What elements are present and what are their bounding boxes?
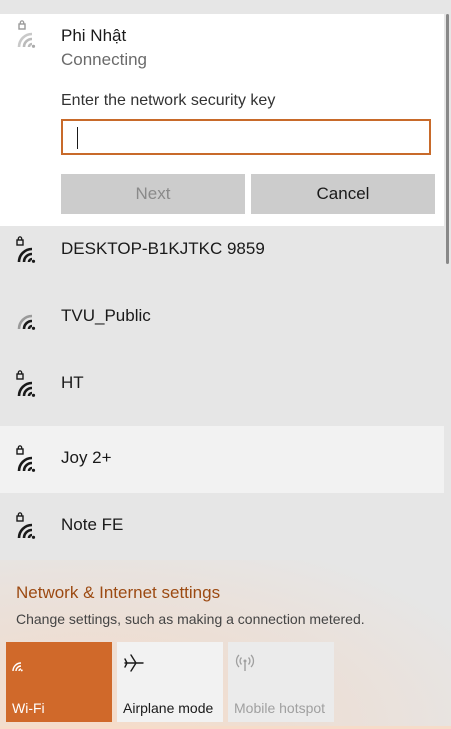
next-button[interactable]: Next: [61, 174, 245, 214]
settings-area: Network & Internet settings Change setti…: [0, 560, 451, 729]
network-name: Note FE: [61, 515, 124, 534]
network-name: Joy 2+: [61, 448, 112, 467]
network-item-joy2[interactable]: Joy 2+: [0, 426, 444, 493]
security-key-prompt: Enter the network security key: [61, 92, 276, 109]
wifi-lock-icon: [16, 444, 46, 474]
active-network-panel[interactable]: Phi Nhật Connecting Enter the network se…: [0, 14, 444, 226]
active-network-name: Phi Nhật: [61, 26, 127, 45]
network-item-tvu-public[interactable]: TVU_Public: [0, 284, 444, 351]
mobile-hotspot-tile[interactable]: Mobile hotspot: [228, 642, 334, 722]
network-settings-description: Change settings, such as making a connec…: [16, 611, 365, 627]
network-flyout: Phi Nhật Connecting Enter the network se…: [0, 0, 451, 729]
airplane-tile-label: Airplane mode: [123, 700, 214, 716]
text-caret: [77, 127, 78, 149]
active-network-status: Connecting: [61, 50, 148, 69]
hotspot-icon: [234, 652, 256, 674]
wifi-toggle-tile[interactable]: Wi-Fi: [6, 642, 112, 722]
network-item-desktop[interactable]: DESKTOP-B1KJTKC 9859: [0, 217, 444, 284]
network-item-note-fe[interactable]: Note FE: [0, 493, 444, 560]
wifi-icon: [12, 652, 34, 674]
cancel-button[interactable]: Cancel: [251, 174, 435, 214]
wifi-icon: [16, 302, 46, 332]
wifi-lock-icon: [16, 369, 46, 399]
airplane-mode-tile[interactable]: Airplane mode: [117, 642, 223, 722]
scrollbar[interactable]: [446, 14, 449, 264]
wifi-lock-icon: [16, 235, 46, 265]
network-settings-link[interactable]: Network & Internet settings: [16, 583, 220, 603]
network-name: TVU_Public: [61, 306, 151, 325]
security-key-input[interactable]: [61, 119, 431, 155]
network-name: HT: [61, 373, 84, 392]
hotspot-tile-label: Mobile hotspot: [234, 700, 326, 716]
wifi-lock-icon: [16, 511, 46, 541]
airplane-icon: [123, 652, 145, 674]
wifi-lock-icon: [16, 20, 46, 50]
wifi-tile-label: Wi-Fi: [12, 700, 45, 716]
network-name: DESKTOP-B1KJTKC 9859: [61, 239, 265, 258]
network-item-ht[interactable]: HT: [0, 351, 444, 418]
